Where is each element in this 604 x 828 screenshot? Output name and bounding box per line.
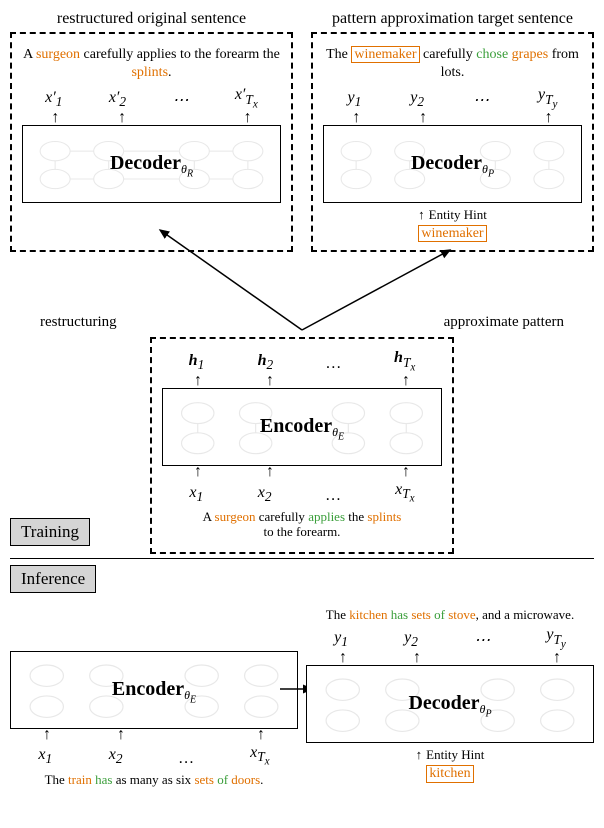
entity-kitchen: kitchen: [349, 607, 387, 622]
label-approximate-pattern: approximate pattern: [444, 314, 564, 331]
text-b: carefully: [255, 509, 308, 524]
restructured-output-symbols: x′1 x′2 ⋯ x′Tx: [22, 86, 281, 110]
encoder-dashed-box: h1 h2 … hTx ↑↑↑ EncoderθE: [150, 337, 454, 553]
inference-decoder-theta: θP: [480, 702, 492, 716]
inference-decoder-col: The kitchen has sets of stove, and a mic…: [306, 603, 594, 783]
encoder-hidden-symbols: h1 h2 … hTx: [162, 349, 442, 373]
decoder-p-label: Decoder: [411, 152, 482, 174]
text-a: A: [23, 47, 36, 62]
verb-has: has: [95, 772, 112, 787]
rel-of: of: [434, 607, 445, 622]
inference-decoder-symbols: y1 y2 ⋯ yTy: [306, 626, 594, 650]
arrows-up: ↑↑↑: [323, 112, 582, 125]
inference-encoder-box: EncoderθE: [10, 651, 298, 729]
top-titles-row: restructured original sentence pattern a…: [10, 10, 594, 28]
text-f: .: [260, 772, 263, 787]
inference-entity-hint-label: Entity Hint: [426, 747, 484, 763]
text-a: The: [326, 607, 349, 622]
inference-output-sentence: The kitchen has sets of stove, and a mic…: [306, 607, 594, 623]
entity-stove: stove: [448, 607, 475, 622]
training-label: Training: [10, 518, 90, 546]
pattern-output-symbols: y1 y2 ⋯ yTy: [323, 86, 582, 110]
decoder-r-theta: θR: [181, 162, 193, 176]
decoder-r-box: DecoderθR: [22, 125, 281, 203]
entity-doors: doors: [231, 772, 260, 787]
restructured-box: A surgeon carefully applies to the forea…: [10, 32, 293, 252]
entity-sets: sets: [411, 607, 431, 622]
entity-winemaker-boxed: winemaker: [351, 46, 419, 63]
entity-hint-winemaker: winemaker: [418, 225, 486, 242]
text-a: A: [203, 509, 215, 524]
top-boxes-row: A surgeon carefully applies to the forea…: [10, 32, 594, 252]
encoder-input-symbols: x1 x2 … xTx: [162, 481, 442, 505]
divider: [10, 558, 594, 559]
arrows-up: ↑↑↑: [162, 375, 442, 388]
inference-row: EncoderθE ↑↑↑ x1 x2 … xTx The train has …: [10, 603, 594, 791]
inference-decoder-label: Decoder: [408, 692, 479, 714]
verb-chose: chose: [476, 47, 508, 62]
text-c: the: [345, 509, 367, 524]
mid-labels: restructuring approximate pattern: [10, 314, 594, 331]
inference-encoder-theta: θE: [184, 688, 196, 702]
inference-entity-hint-row: ↑ Entity Hint: [306, 747, 594, 763]
verb-has: has: [391, 607, 408, 622]
text-b: carefully applies to the forearm the: [80, 47, 280, 62]
decoder-p-box: DecoderθP: [323, 125, 582, 203]
inference-decoder-box: DecoderθP: [306, 665, 594, 743]
text-a: The: [326, 47, 351, 62]
text-b: carefully: [420, 47, 477, 62]
entity-splints: splints: [367, 509, 401, 524]
encoder-label: Encoder: [260, 415, 332, 437]
entity-sets: sets: [194, 772, 214, 787]
entity-train: train: [68, 772, 92, 787]
pattern-box: The winemaker carefully chose grapes fro…: [311, 32, 594, 252]
entity-splints: splints: [131, 65, 168, 80]
encoder-theta: θE: [332, 425, 344, 439]
encoder-box: EncoderθE: [162, 388, 442, 466]
inference-input-sentence: The train has as many as six sets of doo…: [10, 772, 298, 788]
label-restructuring: restructuring: [40, 314, 117, 331]
diagram-root: restructured original sentence pattern a…: [10, 10, 594, 791]
text-a: The: [45, 772, 68, 787]
rel-of: of: [217, 772, 228, 787]
inference-label: Inference: [10, 565, 96, 593]
entity-grapes: grapes: [512, 47, 549, 62]
title-right: pattern approximation target sentence: [311, 10, 594, 28]
decoder-r-label: Decoder: [110, 152, 181, 174]
inference-encoder-label: Encoder: [112, 678, 184, 700]
entity-hint-value-row: winemaker: [323, 225, 582, 242]
inference-encoder-symbols: x1 x2 … xTx: [10, 744, 298, 768]
encoder-sentence: A surgeon carefully applies the splints …: [162, 509, 442, 540]
entity-surgeon: surgeon: [36, 47, 80, 62]
title-left: restructured original sentence: [10, 10, 293, 28]
text-c: .: [168, 65, 172, 80]
restructured-sentence: A surgeon carefully applies to the forea…: [22, 46, 281, 82]
decoder-p-theta: θP: [482, 162, 494, 176]
entity-hint-row: ↑ Entity Hint: [323, 207, 582, 223]
pattern-sentence: The winemaker carefully chose grapes fro…: [323, 46, 582, 82]
arrows-up: ↑↑↑: [306, 652, 594, 665]
verb-applies: applies: [308, 509, 345, 524]
entity-hint-label: Entity Hint: [429, 207, 487, 223]
text-f: , and a microwave.: [476, 607, 575, 622]
arrows-up: ↑↑↑: [162, 466, 442, 479]
entity-surgeon: surgeon: [215, 509, 256, 524]
inference-entity-hint-kitchen: kitchen: [426, 765, 473, 782]
text-d: to the forearm.: [264, 524, 341, 539]
inference-label-row: Inference: [10, 565, 594, 593]
inference-encoder-col: EncoderθE ↑↑↑ x1 x2 … xTx The train has …: [10, 651, 298, 791]
arrows-up: ↑↑↑: [22, 112, 281, 125]
inference-entity-hint-value-row: kitchen: [306, 765, 594, 782]
text-c: as many as six: [112, 772, 194, 787]
arrows-up: ↑↑↑: [10, 729, 298, 742]
